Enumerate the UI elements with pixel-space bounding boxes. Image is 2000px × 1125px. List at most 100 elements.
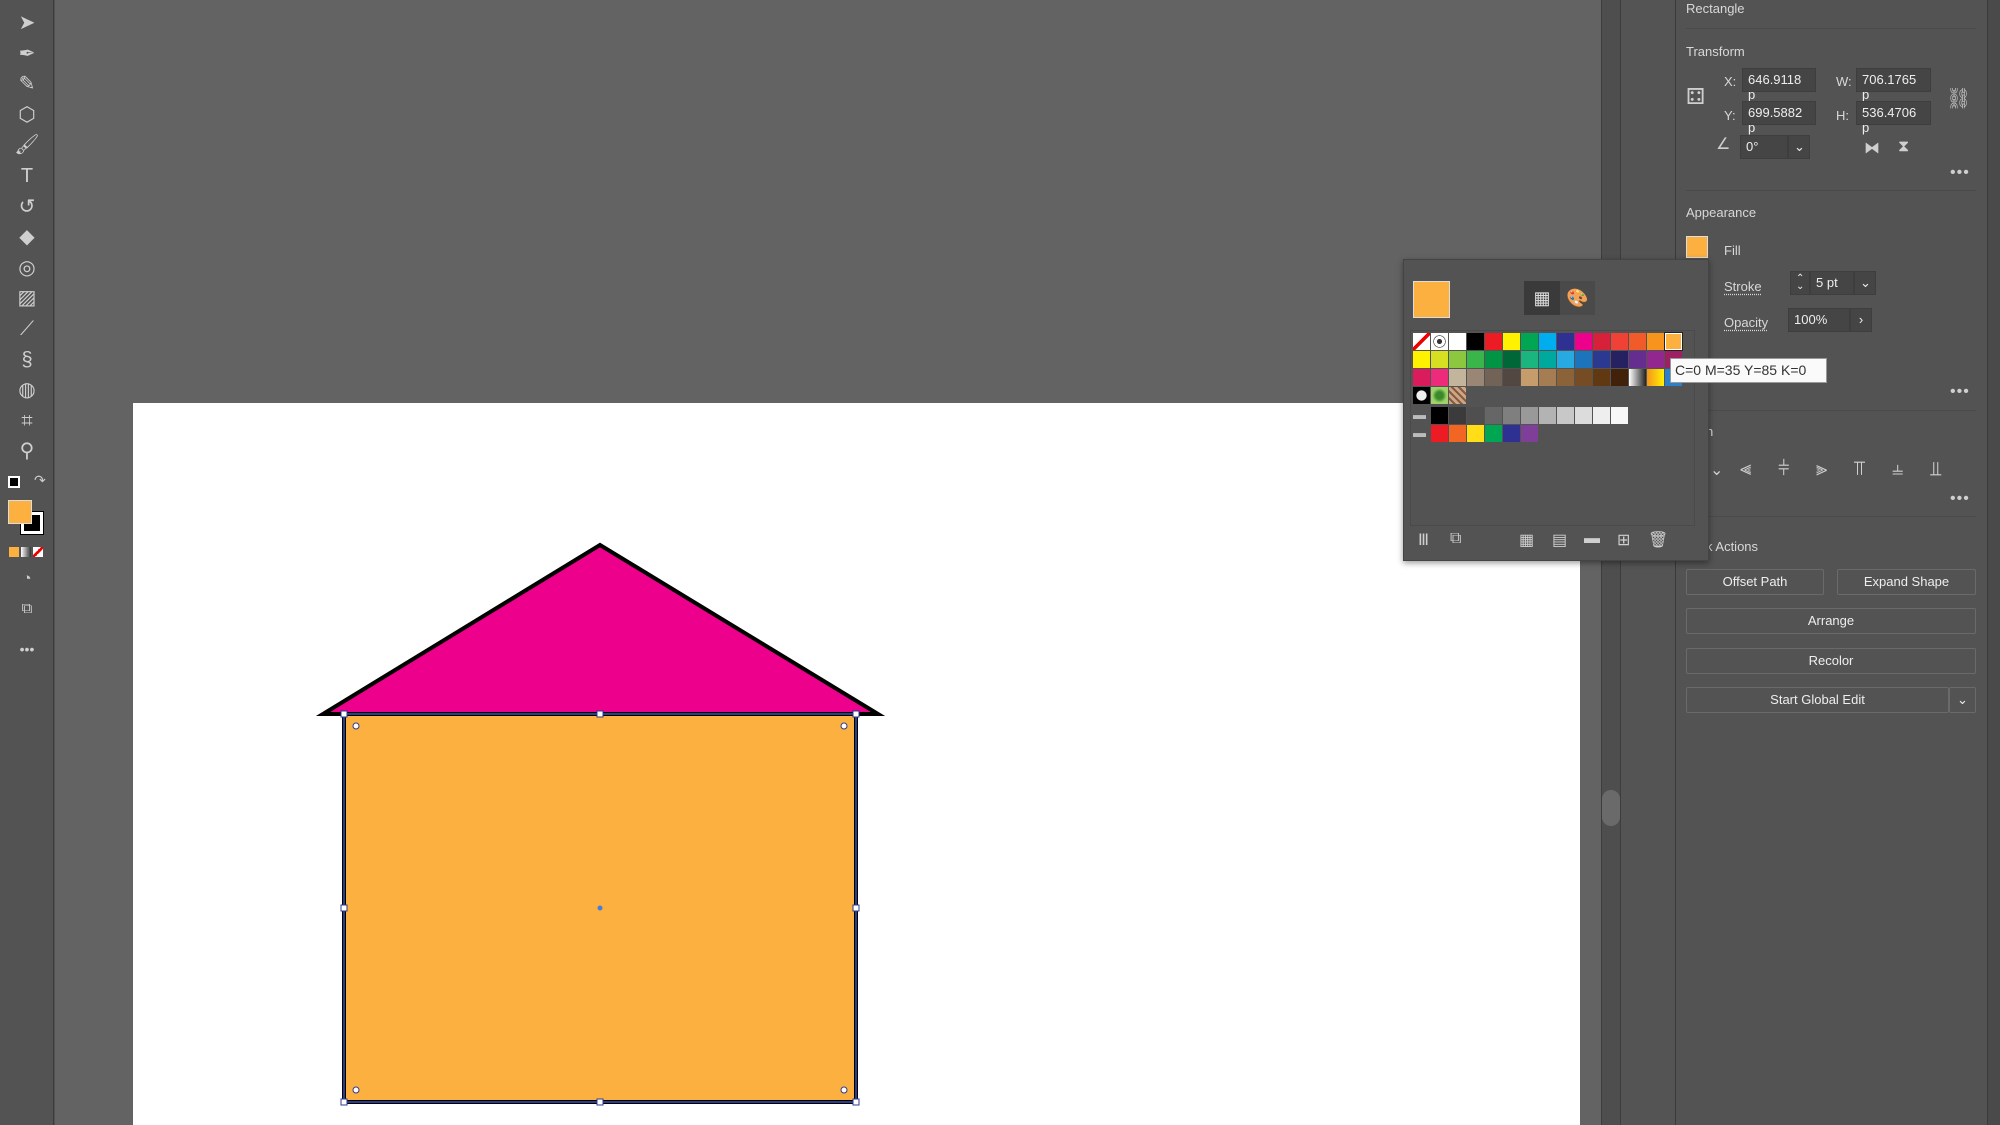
swatch[interactable] — [1557, 369, 1574, 386]
swatch[interactable] — [1539, 351, 1556, 368]
swatch[interactable] — [1593, 351, 1610, 368]
swatch[interactable] — [1431, 369, 1448, 386]
swatch[interactable] — [1647, 351, 1664, 368]
group-swatch[interactable] — [1521, 425, 1538, 442]
new-swatch-icon[interactable]: ⊞ — [1617, 530, 1630, 550]
swatch[interactable] — [1557, 351, 1574, 368]
align-vertical-center-icon[interactable]: ⫨ — [1892, 458, 1903, 481]
group-swatch[interactable] — [1485, 425, 1502, 442]
group-swatch[interactable] — [1431, 407, 1448, 424]
swatch[interactable] — [1413, 387, 1430, 404]
align-right-icon[interactable]: ⫸ — [1816, 458, 1827, 481]
swatch[interactable] — [1521, 333, 1538, 350]
swatch[interactable] — [1503, 333, 1520, 350]
opacity-label[interactable]: Opacity — [1724, 315, 1768, 330]
swatch[interactable] — [1611, 369, 1628, 386]
constrain-proportions-icon[interactable]: ⛓ — [1946, 86, 1971, 111]
swatch[interactable] — [1449, 387, 1466, 404]
transform-more-options[interactable]: ••• — [1950, 164, 1970, 182]
swatch[interactable] — [1593, 333, 1610, 350]
place-swatches-icon[interactable]: ⧉ — [1450, 530, 1461, 548]
flip-vertical-icon[interactable]: ⧗ — [1898, 138, 1909, 156]
swatch[interactable] — [1485, 351, 1502, 368]
swatch[interactable] — [1575, 369, 1592, 386]
recolor-button[interactable]: Recolor — [1686, 648, 1976, 674]
h-field[interactable]: 536.4706 p — [1856, 101, 1931, 135]
swatch-options-icon[interactable]: ▤ — [1552, 530, 1567, 550]
group-swatch[interactable] — [1449, 425, 1466, 442]
swatch[interactable] — [1611, 333, 1628, 350]
swatch[interactable] — [1629, 369, 1646, 386]
swatch[interactable] — [1431, 387, 1448, 404]
stroke-dropdown-chevron-icon[interactable]: ⌄ — [1854, 271, 1876, 295]
swatch[interactable] — [1647, 369, 1664, 386]
color-group-folder-icon[interactable]: ▬ — [1413, 407, 1430, 424]
color-group-folder-icon[interactable]: ▬ — [1413, 425, 1430, 442]
align-top-icon[interactable]: ⫪ — [1854, 458, 1865, 481]
group-swatch[interactable] — [1575, 407, 1592, 424]
align-more-options[interactable]: ••• — [1950, 490, 1970, 508]
group-swatch[interactable] — [1467, 407, 1484, 424]
roof-triangle[interactable] — [315, 542, 886, 716]
new-color-group-icon[interactable]: ▬ — [1584, 530, 1600, 548]
stroke-label[interactable]: Stroke — [1724, 279, 1762, 294]
group-swatch[interactable] — [1593, 407, 1610, 424]
group-swatch[interactable] — [1503, 407, 1520, 424]
swatch[interactable] — [1467, 369, 1484, 386]
swatch[interactable] — [1664, 332, 1683, 351]
swatch[interactable] — [1503, 351, 1520, 368]
swatch[interactable] — [1521, 369, 1538, 386]
swatch[interactable] — [1449, 333, 1466, 350]
align-left-icon[interactable]: ⫷ — [1740, 458, 1751, 481]
group-swatch[interactable] — [1431, 425, 1448, 442]
swatch[interactable] — [1593, 369, 1610, 386]
y-field[interactable]: 699.5882 p — [1742, 101, 1816, 135]
swatch[interactable] — [1431, 351, 1448, 368]
swatch[interactable] — [1449, 351, 1466, 368]
color-palette-icon[interactable]: 🎨 — [1560, 281, 1595, 315]
swatch[interactable] — [1539, 369, 1556, 386]
swatch[interactable] — [1431, 333, 1448, 350]
group-swatch[interactable] — [1503, 425, 1520, 442]
arrange-button[interactable]: Arrange — [1686, 608, 1976, 634]
group-swatch[interactable] — [1449, 407, 1466, 424]
stroke-stepper[interactable]: ⌃ ⌄ — [1790, 271, 1810, 295]
appearance-more-options[interactable]: ••• — [1950, 383, 1970, 401]
swatch[interactable] — [1647, 333, 1664, 350]
swatch[interactable] — [1575, 333, 1592, 350]
angle-dropdown-chevron-icon[interactable]: ⌄ — [1788, 135, 1810, 159]
align-horizontal-center-icon[interactable]: ⫩ — [1778, 458, 1789, 481]
delete-swatch-icon[interactable]: 🗑 — [1648, 530, 1668, 550]
fill-swatch[interactable] — [1686, 236, 1708, 258]
swatch[interactable] — [1575, 351, 1592, 368]
swatch-libraries-icon[interactable]: Ⅲ — [1418, 530, 1429, 550]
show-swatch-kinds-icon[interactable]: ▦ — [1519, 530, 1534, 550]
global-edit-options-chevron-icon[interactable]: ⌄ — [1949, 687, 1976, 713]
flip-horizontal-icon[interactable]: ⧓ — [1864, 138, 1880, 158]
w-field[interactable]: 706.1765 p — [1856, 68, 1931, 102]
group-swatch[interactable] — [1611, 407, 1628, 424]
opacity-field[interactable]: 100% — [1788, 308, 1850, 332]
opacity-chevron-icon[interactable]: › — [1850, 308, 1872, 332]
swatch[interactable] — [1467, 333, 1484, 350]
group-swatch[interactable] — [1485, 407, 1502, 424]
swatch[interactable] — [1611, 351, 1628, 368]
swatch[interactable] — [1521, 351, 1538, 368]
swatch[interactable] — [1413, 333, 1430, 350]
swatch[interactable] — [1467, 351, 1484, 368]
group-swatch[interactable] — [1521, 407, 1538, 424]
group-swatch[interactable] — [1557, 407, 1574, 424]
scrollbar[interactable] — [1601, 0, 1620, 1125]
align-dropdown-chevron-icon[interactable]: ⌄ — [1710, 460, 1723, 480]
swatch[interactable] — [1629, 351, 1646, 368]
swatch[interactable] — [1485, 333, 1502, 350]
x-field[interactable]: 646.9118 p — [1742, 68, 1816, 102]
swatch[interactable] — [1413, 351, 1430, 368]
swatch[interactable] — [1485, 369, 1502, 386]
expand-shape-button[interactable]: Expand Shape — [1837, 569, 1976, 595]
swatch[interactable] — [1539, 333, 1556, 350]
swatch[interactable] — [1557, 333, 1574, 350]
swatch[interactable] — [1413, 369, 1430, 386]
align-bottom-icon[interactable]: ⫫ — [1930, 458, 1941, 481]
reference-point-icon[interactable]: ⚃ — [1686, 84, 1705, 110]
